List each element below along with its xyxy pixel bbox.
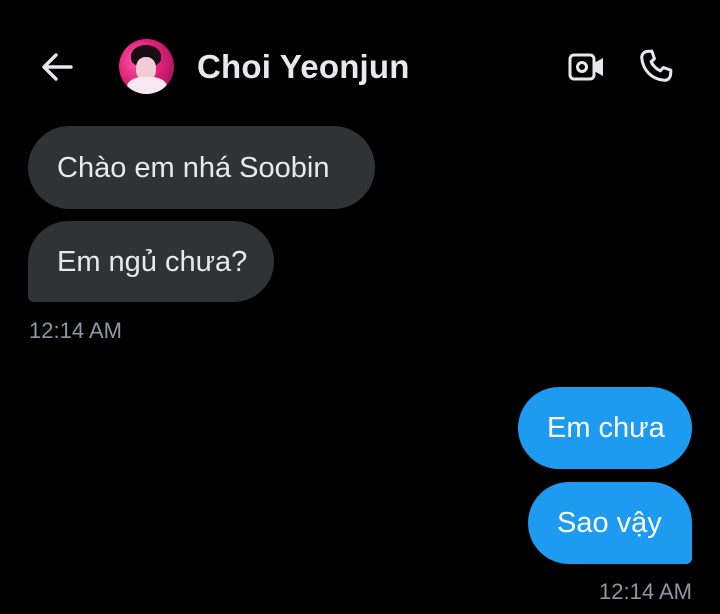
message-timestamp: 12:14 AM	[599, 579, 692, 604]
message-timestamp: 12:14 AM	[29, 318, 122, 343]
voice-call-button[interactable]	[634, 44, 678, 88]
outgoing-message-bubble[interactable]: Em chưa	[518, 387, 692, 469]
arrow-left-icon	[42, 53, 73, 81]
video-call-button[interactable]	[566, 46, 608, 88]
incoming-message-bubble[interactable]: Em ngủ chưa?	[28, 221, 274, 302]
message-text: Sao vậy	[557, 507, 662, 539]
message-text: Em ngủ chưa?	[57, 245, 248, 278]
outgoing-message-bubble[interactable]: Sao vậy	[528, 482, 692, 564]
incoming-message-bubble[interactable]: Chào em nhá Soobin	[28, 126, 375, 209]
phone-icon	[640, 49, 673, 82]
chat-header: Choi Yeonjun	[0, 0, 720, 120]
video-camera-icon	[568, 53, 603, 81]
message-text: Chào em nhá Soobin	[57, 151, 330, 184]
contact-name[interactable]: Choi Yeonjun	[197, 48, 410, 86]
message-text: Em chưa	[547, 412, 665, 444]
back-button[interactable]	[36, 46, 78, 88]
contact-avatar[interactable]	[119, 39, 174, 94]
